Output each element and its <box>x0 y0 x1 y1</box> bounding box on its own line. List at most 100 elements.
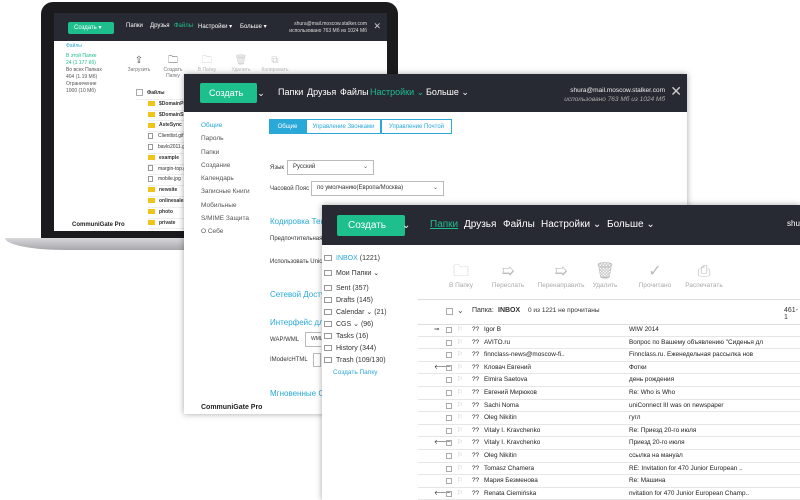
row-checkbox[interactable] <box>446 389 452 396</box>
mail-nav-settings[interactable]: Настройки ⌄ <box>541 219 601 230</box>
message-row[interactable]: 🡐 ⚐?? Renata Ciemińska nvitation for 470 Ju… <box>418 488 800 500</box>
message-row[interactable]: ⚐?? Oleg Nikitin ссылка на мануал <box>418 450 800 463</box>
settings-side-compose[interactable]: Создание <box>201 159 250 172</box>
copy-button[interactable]: ⧉ Копировать <box>260 55 290 73</box>
language-select[interactable]: Русский ⌄ <box>287 160 374 175</box>
settings-side-general[interactable]: Общие <box>201 119 250 132</box>
row-checkbox[interactable] <box>446 452 452 459</box>
settings-side-folders[interactable]: Папки <box>201 146 250 159</box>
tab-mail[interactable]: Управление Почтой <box>381 119 452 134</box>
row-checkbox[interactable] <box>446 364 452 371</box>
settings-create-button[interactable]: Создать ⌄ <box>200 83 265 103</box>
settings-side-mobile[interactable]: Мобильные <box>201 199 250 212</box>
checkbox[interactable] <box>136 89 143 97</box>
laptop-nav-friends[interactable]: Друзья <box>150 23 169 29</box>
timezone-select[interactable]: по умолчанию(Европа/Москва) ⌄ <box>311 181 444 196</box>
laptop-nav-settings[interactable]: Настройки ▾ <box>198 23 232 30</box>
settings-side-smime[interactable]: S/MIME Защита <box>201 212 250 225</box>
flag-icon[interactable]: ⚐ <box>457 387 463 399</box>
mail-nav-friends[interactable]: Друзья <box>464 219 496 230</box>
settings-nav-more[interactable]: Больше ⌄ <box>426 87 469 98</box>
flag-icon[interactable]: ⚐ <box>457 488 463 500</box>
row-checkbox[interactable] <box>446 415 452 422</box>
mail-nav-folders[interactable]: Папки <box>430 219 458 230</box>
folder-trash[interactable]: Trash (109/130) <box>324 355 386 366</box>
message-row[interactable]: ⚐?? finnclass-news@moscow-fi.. Finnclass.r… <box>418 349 800 362</box>
settings-side-about[interactable]: О Себе <box>201 225 250 238</box>
settings-side-calendar[interactable]: Календарь <box>201 172 250 185</box>
folder-inbox[interactable]: INBOX (1221) <box>324 253 380 264</box>
settings-side-password[interactable]: Пароль <box>201 132 250 145</box>
folder-drafts[interactable]: Drafts (145) <box>324 295 373 306</box>
folder-calendar[interactable]: Calendar ⌄ (21) <box>324 307 387 318</box>
chevron-down-icon[interactable]: ⌄ <box>457 306 464 315</box>
flag-icon[interactable]: ⚐ <box>457 362 463 374</box>
message-row[interactable]: ⚐?? Oleg Nikitin гугл <box>418 412 800 425</box>
row-checkbox[interactable] <box>446 352 452 359</box>
mail-nav-more[interactable]: Больше ⌄ <box>607 219 655 230</box>
create-folder-link[interactable]: Создать Папку <box>333 369 377 376</box>
redirect-button[interactable]: ➯ Перенаправить <box>534 262 588 289</box>
select-all-checkbox[interactable] <box>446 308 453 315</box>
message-row[interactable]: ⚐?? Tomasz Chamera RE: Invitation for 470 … <box>418 463 800 476</box>
settings-nav-settings[interactable]: Настройки ⌄ <box>370 87 424 98</box>
message-row[interactable]: ⚐?? Vitaly I. Kravchenko Re: Приезд 20-го … <box>418 425 800 438</box>
message-row[interactable]: 🡐 ⚐?? Vitaly I. Kravchenko Приезд 20-го июл… <box>418 437 800 450</box>
delete-button[interactable]: 🗑 Удалить <box>590 262 620 289</box>
tab-calls[interactable]: Управление Звонками <box>306 119 381 134</box>
imode-select[interactable] <box>313 353 321 367</box>
message-row[interactable]: ➞ ⚐?? Igor B WIW 2014 <box>418 324 800 337</box>
laptop-nav-more[interactable]: Больше ▾ <box>240 23 267 30</box>
message-row[interactable]: ⚐?? Евгений Мирюков Re: Who is Who <box>418 387 800 400</box>
upload-button[interactable]: ⇪ Загрузить <box>124 55 154 73</box>
close-icon[interactable]: ✕ <box>670 83 682 100</box>
flag-icon[interactable]: ⚐ <box>457 374 463 386</box>
flag-icon[interactable]: ⚐ <box>457 412 463 424</box>
laptop-create-button[interactable]: Создать ▾ <box>68 22 114 34</box>
mail-create-button[interactable]: Создать ⌄ <box>337 215 410 236</box>
breadcrumb[interactable]: Файлы <box>66 43 82 49</box>
flag-icon[interactable]: ⚐ <box>457 337 463 349</box>
close-icon[interactable]: ✕ <box>373 21 381 32</box>
move-button[interactable]: 🗀 В Папку <box>192 55 222 73</box>
move-to-folder-button[interactable]: 🗀 В Папку <box>446 262 476 289</box>
row-checkbox[interactable] <box>446 490 452 497</box>
mark-read-button[interactable]: ✓ Прочитано <box>634 262 676 289</box>
flag-icon[interactable]: ⚐ <box>457 425 463 437</box>
print-button[interactable]: ⎙ Распечатать <box>680 262 728 289</box>
message-row[interactable]: ⚐?? AVITO.ru Вопрос по Вашему объявлению "… <box>418 337 800 350</box>
wap-select[interactable]: WML <box>305 332 323 347</box>
flag-icon[interactable]: ⚐ <box>457 475 463 487</box>
flag-icon[interactable]: ⚐ <box>457 437 463 449</box>
row-checkbox[interactable] <box>446 440 452 447</box>
flag-icon[interactable]: ⚐ <box>457 450 463 462</box>
folder-sent[interactable]: Sent (357) <box>324 283 369 294</box>
folder-cgs[interactable]: CGS ⌄ (96) <box>324 319 373 330</box>
settings-nav-files[interactable]: Файлы <box>340 87 369 97</box>
folder-tasks[interactable]: Tasks (16) <box>324 331 368 342</box>
flag-icon[interactable]: ⚐ <box>457 463 463 475</box>
laptop-nav-files[interactable]: Файлы <box>174 23 193 29</box>
row-checkbox[interactable] <box>446 465 452 472</box>
tab-general[interactable]: Общие <box>269 119 306 134</box>
row-checkbox[interactable] <box>446 478 452 485</box>
settings-side-addressbooks[interactable]: Записные Книги <box>201 185 250 198</box>
flag-icon[interactable]: ⚐ <box>457 349 463 361</box>
message-row[interactable]: ⚐?? Sachi Noma uniConnect III was on newsp… <box>418 400 800 413</box>
message-row[interactable]: ⚐?? Мария Безменова Re: Машина <box>418 475 800 488</box>
flag-icon[interactable]: ⚐ <box>457 324 463 336</box>
settings-nav-folders[interactable]: Папки <box>278 87 303 97</box>
mail-nav-files[interactable]: Файлы <box>503 219 535 230</box>
row-checkbox[interactable] <box>446 427 452 434</box>
row-checkbox[interactable] <box>446 377 452 384</box>
settings-nav-friends[interactable]: Друзья <box>307 87 336 97</box>
message-row[interactable]: 🡐 ⚐?? Кловач Евгений Фотки <box>418 362 800 375</box>
laptop-nav-folders[interactable]: Папки <box>126 23 143 29</box>
folder-my-folders[interactable]: Мои Папки ⌄ <box>324 268 379 279</box>
message-row[interactable]: ⚐?? Elmira Saetova день рождения <box>418 374 800 387</box>
row-checkbox[interactable] <box>446 402 452 409</box>
row-checkbox[interactable] <box>446 339 452 346</box>
flag-icon[interactable]: ⚐ <box>457 400 463 412</box>
row-checkbox[interactable] <box>446 327 452 333</box>
forward-button[interactable]: ➯ Переслать <box>488 262 528 289</box>
